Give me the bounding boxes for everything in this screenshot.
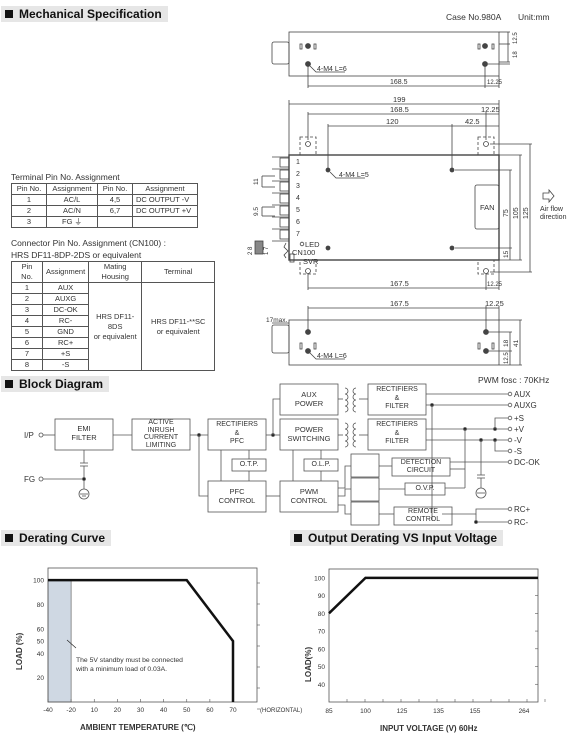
- y-tick-label: 80: [318, 611, 326, 618]
- y-tick-label: 60: [318, 646, 326, 653]
- plot-frame: [328, 568, 539, 703]
- y-tick-label: 40: [318, 682, 326, 689]
- y-tick-label: 70: [318, 629, 326, 636]
- x-tick-label: 125: [397, 708, 408, 715]
- x-tick-label: 100: [360, 708, 371, 715]
- x-axis-label: INPUT VOLTAGE (V) 60Hz: [380, 724, 478, 733]
- y-axis-label: LOAD(%): [304, 647, 313, 682]
- series-line-load: [328, 576, 538, 615]
- x-tick-label: 135: [433, 708, 444, 715]
- input-voltage-derating-chart: 40 50 60 70 80 90 100 85 100 125 135 155 264 INPUT VO…: [304, 568, 546, 733]
- x-tick-label: 85: [325, 708, 333, 715]
- y-tick-label: 100: [314, 575, 325, 582]
- y-tick-label: 90: [318, 593, 326, 600]
- x-tick-label: 155: [470, 708, 481, 715]
- x-tick-label: 264: [519, 708, 530, 715]
- y-tick-label: 50: [318, 664, 326, 671]
